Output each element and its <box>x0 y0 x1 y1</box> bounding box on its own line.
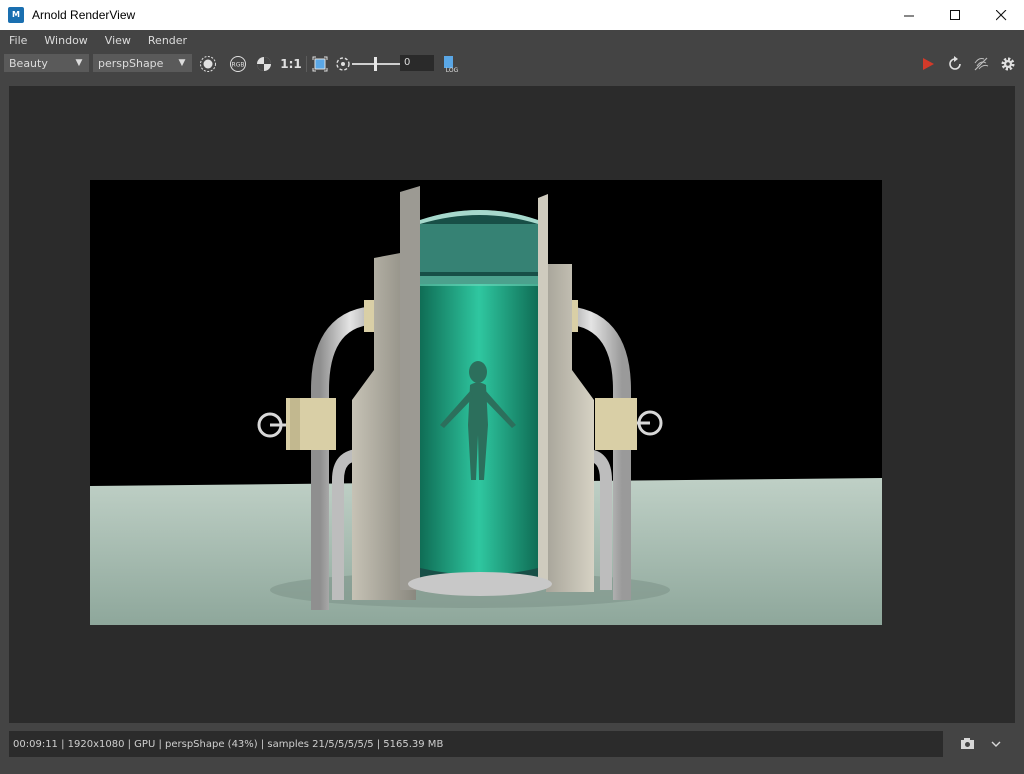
title-bar: M Arnold RenderView <box>0 0 1024 30</box>
crop-region-icon <box>312 56 328 72</box>
window-title: Arnold RenderView <box>32 8 136 22</box>
rgb-channel-button[interactable]: RGB <box>228 54 248 74</box>
ratio-button[interactable]: 1:1 <box>280 54 302 74</box>
status-expand-button[interactable] <box>988 736 1004 752</box>
checker-icon <box>257 57 271 71</box>
menu-bar: File Window View Render <box>0 30 1024 50</box>
exposure-slider-thumb[interactable] <box>374 57 377 71</box>
toolbar-separator <box>306 56 307 72</box>
camera-select[interactable]: perspShape ▼ <box>93 54 192 72</box>
menu-view[interactable]: View <box>96 34 139 47</box>
exposure-button[interactable] <box>333 54 353 74</box>
render-image[interactable] <box>90 180 882 625</box>
chevron-down-icon: ▼ <box>75 58 83 68</box>
camera-select-value: perspShape <box>98 56 164 70</box>
menu-window[interactable]: Window <box>35 34 95 47</box>
snapshot-button[interactable] <box>960 736 976 752</box>
settings-button[interactable] <box>998 54 1018 74</box>
maximize-icon <box>949 9 960 20</box>
close-button[interactable] <box>978 0 1024 30</box>
refresh-button[interactable] <box>945 54 965 74</box>
chevron-down-icon: ▼ <box>178 58 186 68</box>
menu-render[interactable]: Render <box>139 34 195 47</box>
aov-select[interactable]: Beauty ▼ <box>4 54 89 72</box>
gear-icon <box>1001 57 1015 71</box>
svg-text:RGB: RGB <box>232 62 245 69</box>
minimize-icon <box>903 15 914 16</box>
exposure-field[interactable]: 0 <box>400 55 434 71</box>
display-settings-button[interactable] <box>198 54 218 74</box>
rgb-icon: RGB <box>230 56 246 72</box>
minimize-button[interactable] <box>886 0 932 30</box>
camera-icon <box>961 738 974 749</box>
maya-app-icon: M <box>8 7 24 23</box>
status-bar: 00:09:11 | 1920x1080 | GPU | perspShape … <box>9 731 943 757</box>
window-controls <box>886 0 1024 30</box>
rendered-scene <box>90 180 882 625</box>
menu-file[interactable]: File <box>0 34 35 47</box>
ipr-stop-icon <box>974 57 989 71</box>
ratio-label: 1:1 <box>280 57 302 71</box>
aov-select-value: Beauty <box>9 56 48 70</box>
render-viewport[interactable] <box>9 86 1015 723</box>
display-settings-icon <box>200 56 216 72</box>
exposure-icon <box>336 57 350 71</box>
crop-region-button[interactable] <box>310 54 330 74</box>
close-icon <box>995 9 1006 20</box>
render-play-icon <box>923 58 934 70</box>
status-tools <box>950 733 1024 755</box>
status-text: 00:09:11 | 1920x1080 | GPU | perspShape … <box>13 738 444 750</box>
log-button[interactable]: LOG <box>440 54 462 74</box>
checker-button[interactable] <box>254 54 274 74</box>
chevron-down-icon <box>991 741 1001 747</box>
log-icon: LOG <box>444 56 459 74</box>
ipr-button[interactable] <box>971 54 991 74</box>
refresh-icon <box>949 56 961 70</box>
log-label: LOG <box>446 67 459 74</box>
maximize-button[interactable] <box>932 0 978 30</box>
render-button[interactable] <box>918 54 938 74</box>
toolbar: Beauty ▼ perspShape ▼ RGB 1:1 0 LOG <box>0 50 1024 78</box>
